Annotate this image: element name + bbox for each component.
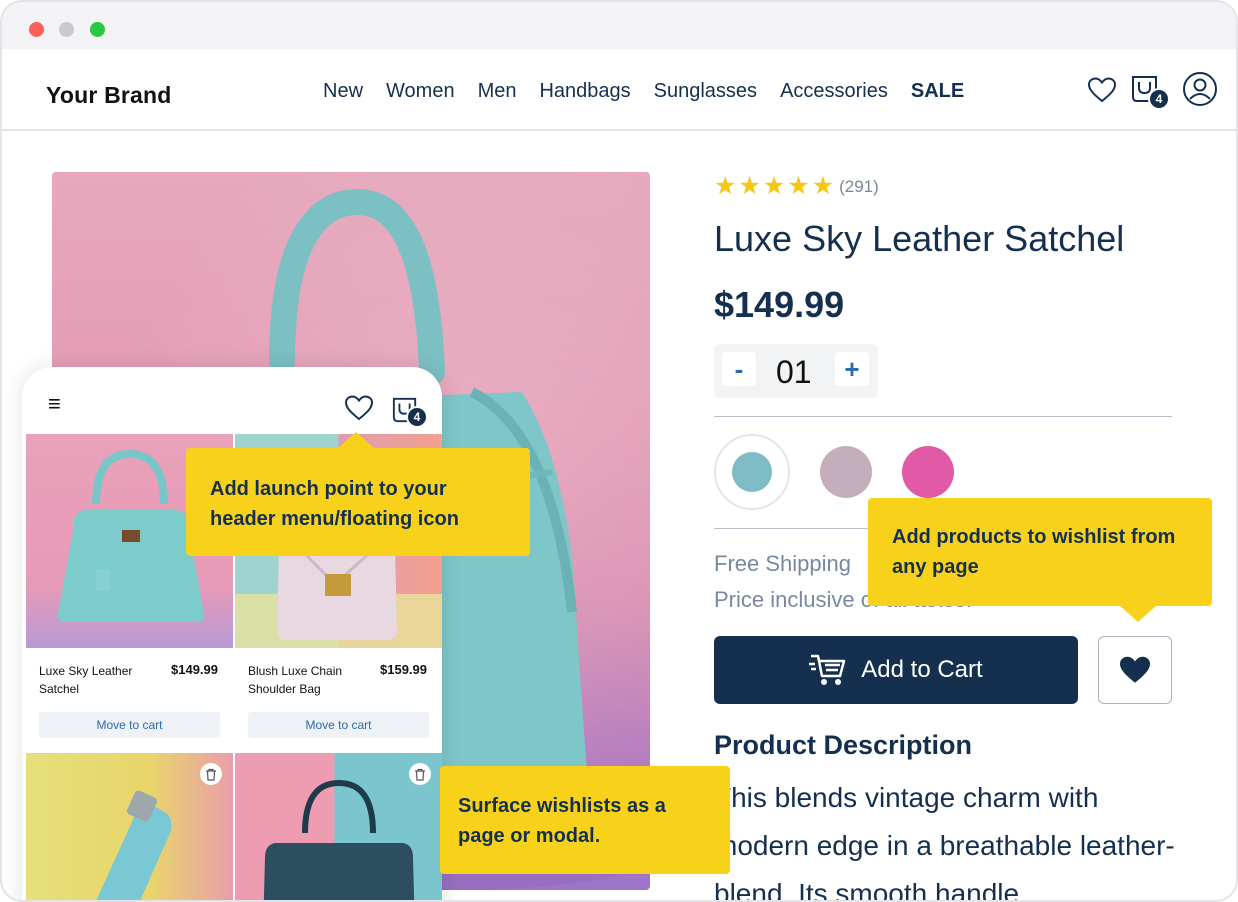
tooltip-text: Add launch point to your header menu/flo… — [210, 478, 459, 530]
trash-icon[interactable] — [409, 763, 431, 785]
star-icon: ★ — [787, 172, 810, 200]
site-header: Your Brand New Women Men Handbags Sungla… — [2, 49, 1236, 131]
wishlist-item-name[interactable]: Blush Luxe Chain Shoulder Bag — [248, 662, 358, 698]
nav-item-men[interactable]: Men — [478, 80, 517, 103]
wishlist-item-price: $159.99 — [380, 662, 427, 677]
nav-item-handbags[interactable]: Handbags — [539, 80, 630, 103]
product-title: Luxe Sky Leather Satchel — [714, 218, 1125, 259]
heart-icon[interactable] — [344, 395, 374, 426]
user-icon[interactable] — [1182, 71, 1218, 112]
title-bar — [2, 2, 1236, 49]
quantity-stepper: - 01 + — [714, 344, 878, 398]
cart-icon[interactable]: 4 — [1131, 75, 1170, 110]
tooltip-surface-wishlist: Surface wishlists as a page or modal. — [440, 766, 730, 874]
star-icon: ★ — [811, 172, 835, 200]
quantity-decrease-button[interactable]: - — [722, 352, 756, 386]
brand-logo[interactable]: Your Brand — [46, 82, 172, 109]
tooltip-arrow — [338, 432, 374, 448]
heart-icon[interactable] — [1087, 77, 1117, 108]
star-icon: ★ — [738, 172, 761, 200]
wishlist-item — [235, 753, 442, 900]
nav-item-sunglasses[interactable]: Sunglasses — [654, 80, 757, 103]
move-to-cart-button[interactable]: Move to cart — [248, 712, 429, 738]
nav-item-women[interactable]: Women — [386, 80, 455, 103]
maximize-window-button[interactable] — [90, 22, 105, 37]
star-icon: ★ — [714, 172, 737, 200]
tooltip-text: Add products to wishlist from any page — [892, 526, 1176, 578]
main-nav: New Women Men Handbags Sunglasses Access… — [323, 80, 987, 103]
product-description-heading: Product Description — [714, 730, 973, 760]
color-swatch-pink[interactable] — [902, 446, 954, 498]
wishlist-item-price: $149.99 — [171, 662, 218, 677]
cart-count-badge: 4 — [406, 406, 428, 428]
browser-window: Your Brand New Women Men Handbags Sungla… — [0, 0, 1238, 902]
minimize-window-button[interactable] — [59, 22, 74, 37]
tooltip-launch-point: Add launch point to your header menu/flo… — [186, 432, 530, 556]
trash-icon[interactable] — [200, 763, 222, 785]
tooltip-text: Surface wishlists as a page or modal. — [458, 795, 666, 847]
tooltip-arrow — [1120, 606, 1156, 622]
heart-filled-icon — [1120, 656, 1150, 683]
product-price: $149.99 — [714, 284, 845, 325]
wishlist-item — [26, 753, 233, 900]
quantity-increase-button[interactable]: + — [835, 352, 869, 386]
star-icon: ★ — [762, 172, 786, 200]
divider — [714, 416, 1172, 417]
color-swatch-sky[interactable] — [732, 452, 772, 492]
nav-item-new[interactable]: New — [323, 80, 363, 103]
cart-count-badge: 4 — [1148, 88, 1170, 110]
rating-count: (291) — [839, 176, 879, 196]
cart-icon[interactable]: 4 — [392, 397, 428, 428]
nav-item-sale[interactable]: SALE — [911, 80, 964, 103]
add-to-cart-label: Add to Cart — [861, 656, 983, 683]
product-description-text: This blends vintage charm with modern ed… — [714, 782, 1175, 902]
add-to-cart-button[interactable]: Add to Cart — [714, 636, 1078, 704]
quantity-value[interactable]: 01 — [776, 354, 812, 391]
hamburger-menu-icon[interactable]: ≡ — [48, 391, 61, 417]
color-swatch-mauve[interactable] — [820, 446, 872, 498]
move-to-cart-button[interactable]: Move to cart — [39, 712, 220, 738]
add-to-wishlist-button[interactable] — [1098, 636, 1172, 704]
rating[interactable]: ★ ★ ★ ★ ★ (291) — [714, 174, 879, 199]
tooltip-add-products: Add products to wishlist from any page — [868, 498, 1212, 622]
wishlist-item-name[interactable]: Luxe Sky Leather Satchel — [39, 662, 149, 698]
nav-item-accessories[interactable]: Accessories — [780, 80, 888, 103]
cart-icon — [809, 654, 846, 685]
close-window-button[interactable] — [29, 22, 44, 37]
free-shipping-text: Free Shipping — [714, 551, 851, 576]
